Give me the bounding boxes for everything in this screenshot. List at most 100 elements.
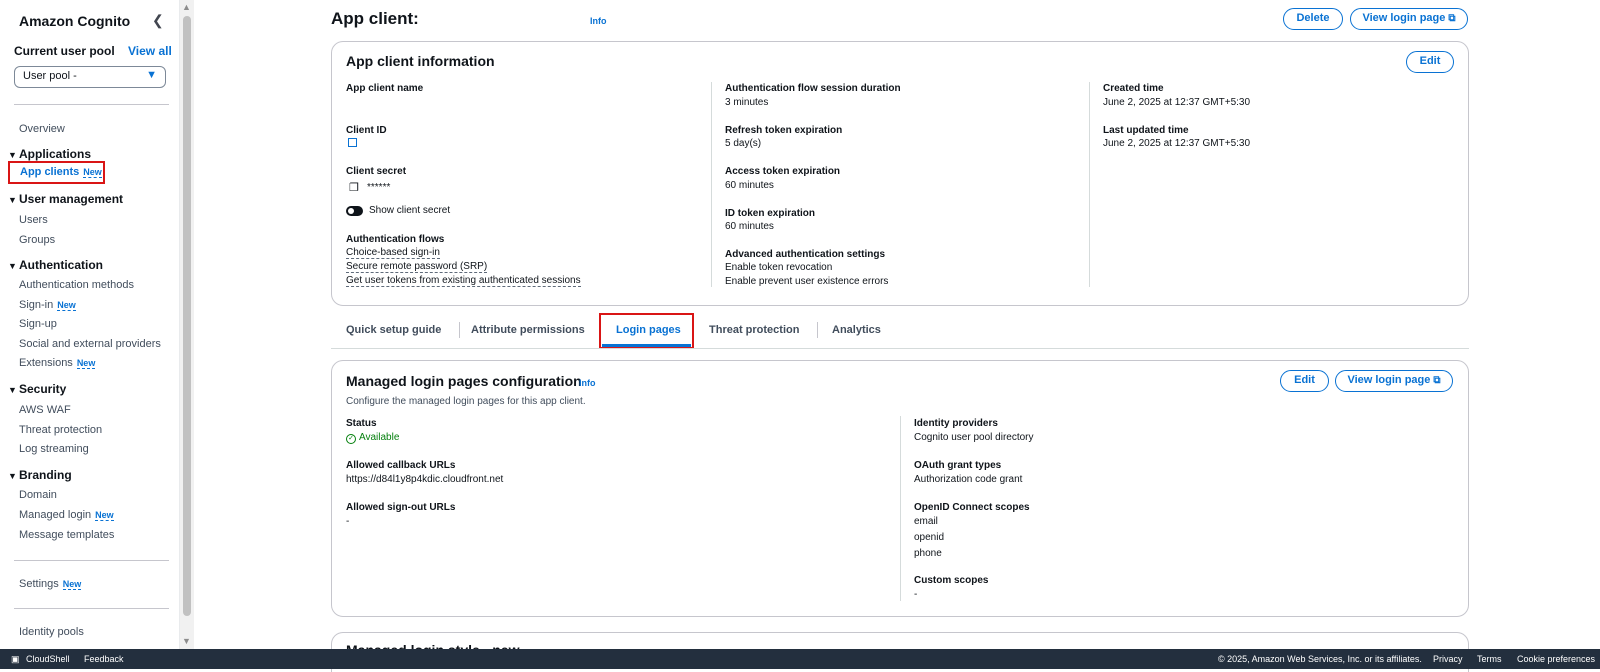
tab-attribute-permissions[interactable]: Attribute permissions — [471, 324, 585, 336]
tab-separator — [817, 322, 818, 338]
active-tab-indicator — [602, 344, 691, 347]
nav-sign-in[interactable]: Sign-in New — [19, 299, 76, 311]
refresh-expiration-value: 5 day(s) — [725, 138, 762, 149]
caret-down-icon: ▼ — [8, 195, 17, 205]
section-label: Authentication — [19, 258, 103, 272]
tab-separator — [459, 322, 460, 338]
advanced-setting-item: Enable token revocation — [725, 262, 833, 273]
edit-button[interactable]: Edit — [1406, 51, 1454, 73]
caret-down-icon: ▼ — [146, 69, 157, 81]
new-badge: New — [95, 510, 114, 521]
nav-section-user-management[interactable]: ▼ User management — [8, 192, 123, 206]
auth-flow-item[interactable]: Get user tokens from existing authentica… — [346, 275, 581, 287]
external-link-icon: ⧉ — [1448, 13, 1456, 24]
nav-section-authentication[interactable]: ▼ Authentication — [8, 258, 103, 272]
card-title: App client information — [346, 53, 495, 69]
nav-label: Sign-in — [19, 299, 54, 311]
nav-aws-waf[interactable]: AWS WAF — [19, 404, 71, 416]
copyright-text: © 2025, Amazon Web Services, Inc. or its… — [1218, 654, 1422, 664]
scroll-up-icon[interactable]: ▲ — [182, 2, 191, 12]
identity-providers-value: Cognito user pool directory — [914, 432, 1034, 443]
card-description: Configure the managed login pages for th… — [346, 396, 586, 407]
service-title[interactable]: Amazon Cognito — [19, 13, 130, 29]
access-expiration-label: Access token expiration — [725, 166, 841, 177]
nav-domain[interactable]: Domain — [19, 489, 57, 501]
terms-link[interactable]: Terms — [1477, 654, 1502, 664]
collapse-nav-icon[interactable]: ❮ — [152, 12, 164, 29]
show-secret-toggle[interactable] — [346, 206, 363, 216]
column-divider — [1089, 82, 1090, 287]
edit-button[interactable]: Edit — [1280, 370, 1329, 392]
tabs-baseline — [331, 348, 1469, 349]
cloudshell-icon[interactable]: ▣ — [11, 654, 20, 665]
nav-managed-login[interactable]: Managed login New — [19, 509, 114, 521]
identity-providers-label: Identity providers — [914, 418, 998, 429]
nav-message-templates[interactable]: Message templates — [19, 529, 114, 541]
oidc-scope-item: phone — [914, 548, 942, 559]
nav-threat-protection[interactable]: Threat protection — [19, 424, 102, 436]
auth-flows-label: Authentication flows — [346, 234, 445, 245]
view-login-page-button[interactable]: View login page ⧉ — [1350, 8, 1468, 30]
tab-analytics[interactable]: Analytics — [832, 324, 881, 336]
nav-label: Extensions — [19, 357, 73, 369]
section-label: Security — [19, 382, 67, 396]
user-pool-select[interactable]: User pool - ▼ — [14, 66, 166, 88]
id-expiration-value: 60 minutes — [725, 221, 774, 232]
copy-icon[interactable] — [348, 138, 357, 147]
view-login-page-button[interactable]: View login page ⧉ — [1335, 370, 1453, 392]
id-expiration-label: ID token expiration — [725, 208, 816, 219]
nav-users[interactable]: Users — [19, 214, 48, 226]
scroll-thumb[interactable] — [183, 16, 191, 616]
nav-extensions[interactable]: Extensions New — [19, 357, 96, 369]
delete-button[interactable]: Delete — [1283, 8, 1343, 30]
page-title: App client: — [331, 9, 419, 28]
nav-sign-up[interactable]: Sign-up — [19, 318, 57, 330]
auth-flow-item[interactable]: Secure remote password (SRP) — [346, 261, 488, 273]
tab-login-pages[interactable]: Login pages — [616, 324, 681, 336]
section-label: Applications — [19, 147, 92, 161]
cloudshell-link[interactable]: CloudShell — [26, 654, 70, 664]
signout-urls-label: Allowed sign-out URLs — [346, 502, 456, 513]
nav-label: App clients — [20, 166, 80, 178]
info-link[interactable]: Info — [590, 16, 607, 26]
cookie-preferences-link[interactable]: Cookie preferences — [1517, 654, 1595, 664]
view-all-link[interactable]: View all — [128, 44, 172, 58]
created-time-value: June 2, 2025 at 12:37 GMT+5:30 — [1103, 97, 1251, 108]
divider — [14, 608, 169, 609]
client-secret-label: Client secret — [346, 166, 407, 177]
new-badge: New — [57, 300, 76, 311]
nav-section-branding[interactable]: ▼ Branding — [8, 468, 72, 482]
sidebar-scrollbar[interactable]: ▲ ▼ — [180, 0, 194, 649]
tab-threat-protection[interactable]: Threat protection — [709, 324, 799, 336]
nav-app-clients[interactable]: App clients New — [8, 161, 105, 184]
nav-section-applications[interactable]: ▼ Applications — [8, 147, 91, 161]
copy-icon[interactable]: ❐ — [349, 181, 359, 194]
custom-scopes-label: Custom scopes — [914, 575, 989, 586]
nav-groups[interactable]: Groups — [19, 234, 55, 246]
oidc-scope-item: email — [914, 516, 938, 527]
oauth-grant-types-value: Authorization code grant — [914, 474, 1023, 485]
nav-settings[interactable]: Settings New — [19, 578, 82, 590]
scroll-down-icon[interactable]: ▼ — [182, 636, 191, 646]
section-label: User management — [19, 192, 124, 206]
nav-log-streaming[interactable]: Log streaming — [19, 443, 89, 455]
advanced-setting-item: Enable prevent user existence errors — [725, 276, 889, 287]
column-divider — [711, 82, 712, 287]
caret-down-icon: ▼ — [8, 471, 17, 481]
custom-scopes-value: - — [914, 589, 918, 600]
nav-identity-pools[interactable]: Identity pools — [19, 626, 84, 638]
feedback-link[interactable]: Feedback — [84, 654, 124, 664]
oidc-scopes-label: OpenID Connect scopes — [914, 502, 1030, 513]
caret-down-icon: ▼ — [8, 150, 17, 160]
tab-quick-setup-guide[interactable]: Quick setup guide — [346, 324, 441, 336]
nav-authentication-methods[interactable]: Authentication methods — [19, 279, 134, 291]
oidc-scope-item: openid — [914, 532, 945, 543]
privacy-link[interactable]: Privacy — [1433, 654, 1463, 664]
info-link[interactable]: Info — [579, 378, 596, 388]
managed-login-config-card: Managed login pages configuration Info C… — [331, 360, 1469, 617]
auth-flow-item[interactable]: Choice-based sign-in — [346, 247, 440, 259]
side-navigation: Amazon Cognito ❮ Current user pool View … — [0, 0, 180, 649]
nav-social-providers[interactable]: Social and external providers — [19, 338, 161, 350]
nav-overview[interactable]: Overview — [19, 123, 65, 135]
nav-section-security[interactable]: ▼ Security — [8, 382, 66, 396]
